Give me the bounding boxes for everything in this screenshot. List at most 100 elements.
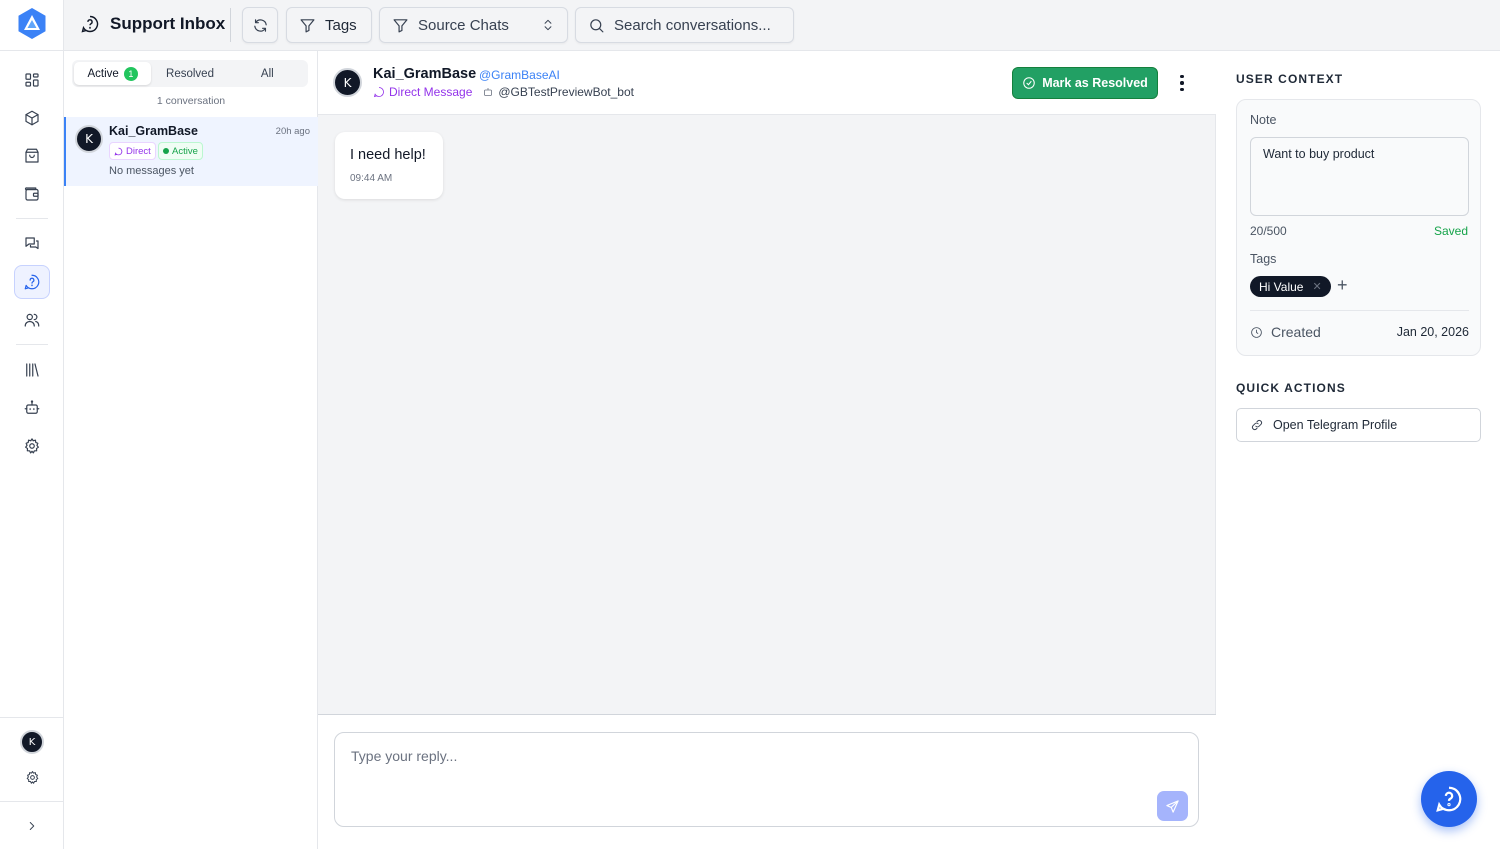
tab-active[interactable]: Active 1: [74, 62, 152, 85]
toolbar-divider: [230, 8, 231, 42]
conversation-time: 20h ago: [275, 126, 310, 137]
reply-input[interactable]: Type your reply...: [334, 732, 1199, 827]
help-chat-button[interactable]: [1421, 771, 1477, 827]
tag-chip: Hi Value ✕: [1250, 276, 1331, 297]
tags-label: Tags: [1250, 252, 1277, 266]
box-icon: [25, 110, 39, 126]
status-dot: [163, 148, 169, 154]
user-context-title: USER CONTEXT: [1236, 72, 1344, 86]
wallet-icon: [24, 187, 39, 201]
nav-support-inbox[interactable]: [14, 265, 50, 299]
created-value: Jan 20, 2026: [1396, 325, 1469, 339]
messages-icon: [25, 237, 39, 250]
user-avatar[interactable]: K: [20, 730, 44, 754]
status-badge-label: Active: [172, 145, 198, 157]
composer-bar: Type your reply...: [318, 714, 1216, 849]
conversation-count: 1 conversation: [156, 95, 226, 107]
open-telegram-profile-label: Open Telegram Profile: [1273, 418, 1398, 432]
note-saved-status: Saved: [1433, 224, 1468, 238]
note-label: Note: [1250, 113, 1277, 127]
card-divider: [1250, 310, 1469, 311]
tab-resolved[interactable]: Resolved: [151, 62, 228, 85]
direct-message-text: Direct Message: [389, 85, 473, 99]
nav-wallet[interactable]: [14, 177, 50, 211]
nav-dashboard[interactable]: [14, 63, 50, 97]
avatar: K: [75, 125, 103, 153]
settings-icon: [26, 770, 38, 784]
library-icon: [26, 363, 39, 377]
sidebar-rail: K: [0, 0, 64, 849]
status-tabs: Active 1 Resolved All: [72, 60, 308, 87]
message-time: 09:44 AM: [350, 173, 393, 184]
user-context-panel: USER CONTEXT Note Want to buy product 20…: [1216, 51, 1500, 849]
rail-divider: [16, 344, 48, 345]
quick-actions-title: QUICK ACTIONS: [1236, 381, 1346, 395]
chat-panel: K Kai_GramBase @GramBaseAI Direct Messag…: [318, 51, 1216, 849]
source-chats-select[interactable]: Source Chats: [379, 7, 568, 43]
chevron-right-icon: [29, 822, 35, 830]
tags-filter-label: Tags: [325, 16, 357, 34]
send-icon: [1166, 799, 1179, 813]
tab-all[interactable]: All: [229, 62, 306, 85]
link-icon: [1251, 419, 1263, 431]
nav-library[interactable]: [14, 353, 50, 387]
created-row: Created Jan 20, 2026: [1250, 324, 1469, 340]
expand-sidebar-button[interactable]: [14, 809, 50, 843]
users-icon: [24, 313, 40, 327]
more-vertical-icon: [1180, 74, 1184, 79]
account-settings-button[interactable]: [14, 760, 50, 794]
chevron-up-down-icon: [544, 19, 552, 31]
search-placeholder: Search conversations...: [614, 16, 771, 34]
conversation-preview: No messages yet: [109, 165, 194, 177]
search-icon: [590, 18, 604, 32]
direct-badge: Direct: [109, 142, 156, 160]
remove-tag-icon[interactable]: ✕: [1312, 280, 1321, 293]
refresh-button[interactable]: [242, 7, 278, 43]
send-button[interactable]: [1157, 791, 1188, 821]
nav-users[interactable]: [14, 303, 50, 337]
support-icon: [24, 274, 40, 290]
more-options-button[interactable]: [1174, 71, 1190, 95]
nav-settings[interactable]: [14, 429, 50, 463]
rail-divider: [0, 50, 64, 51]
refresh-icon: [253, 18, 267, 32]
nav-orders[interactable]: [14, 139, 50, 173]
chat-header: K Kai_GramBase @GramBaseAI Direct Messag…: [318, 51, 1216, 115]
mark-resolved-button[interactable]: Mark as Resolved: [1012, 67, 1158, 99]
support-icon: [81, 15, 99, 33]
search-input[interactable]: Search conversations...: [575, 7, 794, 43]
active-count-badge: 1: [123, 66, 138, 81]
nav-bots[interactable]: [14, 391, 50, 425]
reply-placeholder: Type your reply...: [351, 748, 458, 764]
created-label: Created: [1271, 324, 1321, 340]
chat-bubble-icon: [373, 87, 384, 98]
nav-messages[interactable]: [14, 227, 50, 261]
message-bubble: I need help! 09:44 AM: [335, 132, 443, 199]
top-bar: Support Inbox Tags Source Chats Search c…: [64, 0, 1500, 51]
conversation-item[interactable]: K Kai_GramBase 20h ago Direct Active No …: [64, 117, 318, 186]
source-chats-label: Source Chats: [418, 16, 509, 34]
chat-contact-name: Kai_GramBase: [373, 66, 477, 82]
direct-message-label: Direct Message: [373, 85, 472, 99]
dashboard-icon: [25, 73, 39, 87]
chat-contact-username[interactable]: @GramBaseAI: [479, 68, 560, 82]
add-tag-button[interactable]: +: [1337, 275, 1348, 295]
clock-icon: [1251, 326, 1262, 338]
tab-active-label: Active: [87, 67, 119, 80]
chat-bubble-icon: [114, 147, 123, 155]
tags-filter-button[interactable]: Tags: [286, 7, 372, 43]
nav-products[interactable]: [14, 101, 50, 135]
note-textarea[interactable]: Want to buy product: [1250, 137, 1469, 216]
rail-divider: [0, 801, 64, 802]
app-logo-icon[interactable]: [17, 7, 47, 40]
direct-badge-label: Direct: [126, 145, 151, 157]
rail-divider: [0, 717, 64, 718]
bot-handle: @GBTestPreviewBot_bot: [498, 85, 634, 99]
bot-label: @GBTestPreviewBot_bot: [482, 85, 634, 99]
open-telegram-profile-button[interactable]: Open Telegram Profile: [1236, 408, 1481, 442]
note-char-counter: 20/500: [1250, 224, 1287, 238]
shopping-bag-icon: [25, 148, 39, 163]
conversation-list-panel: Active 1 Resolved All 1 conversation K K…: [64, 51, 318, 849]
check-circle-icon: [1023, 77, 1035, 89]
chat-meta: Direct Message @GBTestPreviewBot_bot: [373, 85, 634, 99]
